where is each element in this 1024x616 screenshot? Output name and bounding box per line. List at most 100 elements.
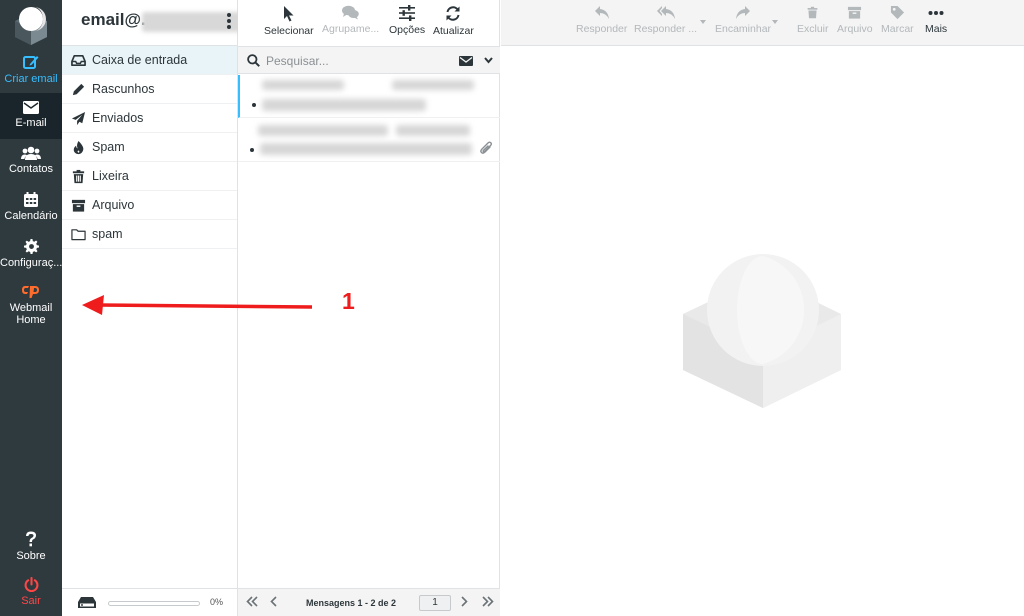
nav-settings[interactable]: Configuraç...	[0, 239, 62, 269]
mark-label: Marcar	[881, 23, 914, 35]
logout-label: Sair	[21, 595, 41, 607]
message-preview-pane: Responder Responder ... Encaminhar Exclu…	[501, 0, 1024, 616]
message-row[interactable]	[238, 119, 500, 162]
first-page-icon[interactable]	[246, 596, 258, 607]
refresh-button[interactable]: Atualizar	[433, 5, 474, 37]
folder-item-spam[interactable]: Spam	[62, 133, 237, 162]
refresh-icon	[446, 6, 460, 21]
logout-button[interactable]: Sair	[0, 577, 62, 607]
folder-label: Caixa de entrada	[92, 53, 188, 67]
prev-page-icon[interactable]	[270, 596, 277, 607]
page-input[interactable]: 1	[419, 595, 451, 611]
folder-item-spam-custom[interactable]: spam	[62, 220, 237, 249]
search-input[interactable]: Pesquisar...	[266, 54, 329, 68]
message-sender-redacted	[262, 80, 344, 90]
archive-icon	[848, 6, 862, 19]
quota-bar	[108, 601, 200, 606]
compose-icon	[23, 56, 39, 69]
watermark-logo	[683, 254, 841, 408]
nav-webmail-label-1: Webmail	[9, 302, 53, 314]
options-button[interactable]: Opções	[389, 5, 425, 36]
contacts-icon	[21, 146, 41, 160]
nav-webmail-home[interactable]: Webmail Home	[0, 285, 62, 326]
folder-label: Rascunhos	[92, 82, 155, 96]
forward-button[interactable]: Encaminhar	[715, 5, 771, 35]
folder-item-trash[interactable]: Lixeira	[62, 162, 237, 191]
folder-item-archive[interactable]: Arquivo	[62, 191, 237, 220]
paperclip-icon	[480, 141, 493, 154]
message-sender-redacted	[258, 125, 388, 136]
more-button[interactable]: Mais	[925, 5, 947, 35]
calendar-icon	[24, 192, 38, 207]
message-subject-redacted	[260, 143, 472, 155]
tag-icon	[890, 5, 904, 20]
reply-label: Responder	[576, 23, 628, 35]
message-subject-redacted	[262, 99, 426, 111]
nav-mail[interactable]: E-mail	[0, 93, 62, 139]
quota-footer: 0%	[62, 588, 238, 616]
compose-label: Criar email	[4, 73, 58, 85]
compose-button[interactable]: Criar email	[0, 54, 62, 85]
nav-mail-label: E-mail	[15, 117, 47, 129]
search-icon[interactable]	[247, 54, 260, 67]
message-date-redacted	[396, 125, 470, 136]
unread-dot	[252, 103, 256, 107]
annotation-number: 1	[342, 288, 355, 314]
reply-all-dropdown-icon[interactable]	[700, 20, 706, 24]
reply-all-button[interactable]: Responder ...	[634, 5, 697, 35]
unread-dot	[250, 148, 254, 152]
reply-icon	[594, 6, 609, 19]
last-page-icon[interactable]	[482, 596, 494, 607]
comments-icon	[342, 5, 359, 20]
message-count: Mensagens 1 - 2 de 2	[306, 598, 397, 608]
options-label: Opções	[389, 24, 426, 36]
reply-button[interactable]: Responder	[576, 5, 627, 35]
inbox-icon	[71, 54, 86, 67]
forward-dropdown-icon[interactable]	[772, 20, 778, 24]
more-icon	[928, 11, 944, 15]
paper-plane-icon	[71, 111, 86, 126]
gear-icon	[23, 239, 39, 254]
about-button[interactable]: Sobre	[0, 531, 62, 562]
sliders-icon	[399, 5, 416, 21]
folder-menu-icon[interactable]	[227, 13, 231, 31]
threads-button[interactable]: Agrupame...	[322, 5, 379, 35]
folder-label: Lixeira	[92, 169, 129, 183]
pencil-icon	[72, 83, 85, 96]
folder-item-sent[interactable]: Enviados	[62, 104, 237, 133]
forward-label: Encaminhar	[715, 23, 772, 35]
more-label: Mais	[925, 23, 948, 35]
nav-calendar[interactable]: Calendário	[0, 192, 62, 222]
archive-button[interactable]: Arquivo	[837, 5, 873, 35]
reply-all-label: Responder ...	[634, 23, 698, 35]
flame-icon	[73, 140, 84, 155]
trash-icon	[72, 169, 85, 184]
folder-icon	[71, 229, 86, 241]
select-button[interactable]: Selecionar	[264, 5, 314, 37]
archive-icon	[71, 199, 86, 212]
nav-webmail-label-2: Home	[16, 314, 46, 326]
next-page-icon[interactable]	[461, 596, 468, 607]
envelope-icon	[23, 101, 39, 114]
nav-contacts[interactable]: Contatos	[0, 146, 62, 175]
message-toolbar: Responder Responder ... Encaminhar Exclu…	[501, 0, 1024, 46]
reply-all-icon	[656, 6, 675, 19]
cursor-icon	[283, 6, 294, 22]
archive-label: Arquivo	[837, 23, 873, 35]
message-row[interactable]	[238, 75, 500, 118]
annotation-arrow: 1	[82, 288, 355, 315]
chevron-down-icon[interactable]	[484, 57, 493, 64]
roundcube-logo[interactable]	[11, 3, 51, 45]
folder-item-drafts[interactable]: Rascunhos	[62, 75, 237, 104]
folder-header: email@...	[62, 0, 272, 46]
about-label: Sobre	[16, 550, 46, 562]
app-sidebar: Criar email E-mail Contatos Calendário C…	[0, 0, 62, 616]
list-footer: Mensagens 1 - 2 de 2 1	[238, 588, 500, 616]
nav-calendar-label: Calendário	[4, 210, 58, 222]
envelope-filter-icon[interactable]	[459, 56, 473, 66]
mark-button[interactable]: Marcar	[881, 5, 914, 35]
delete-button[interactable]: Excluir	[797, 5, 829, 35]
question-icon	[26, 531, 36, 547]
folder-label: Arquivo	[92, 198, 135, 212]
folder-item-inbox[interactable]: Caixa de entrada	[62, 46, 237, 75]
